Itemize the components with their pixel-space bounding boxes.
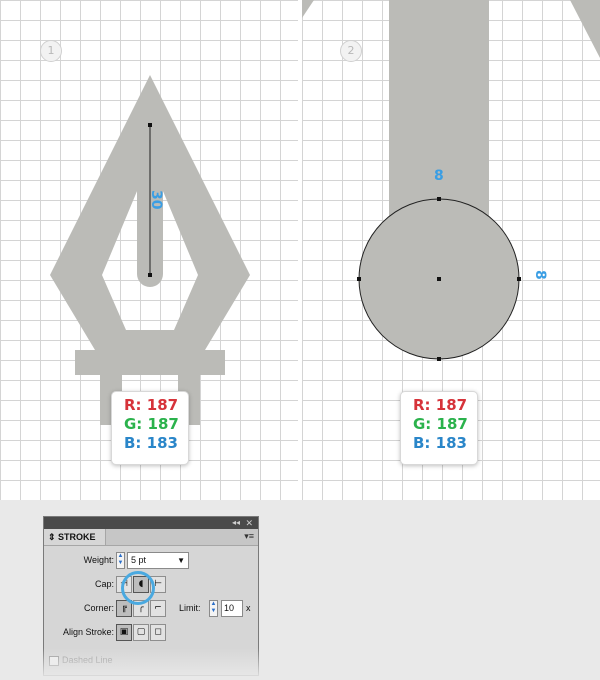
chevron-down-icon: ▼ [177, 556, 185, 565]
cap-row: Cap: ⊣ ◖ ⊢ [44, 574, 260, 596]
nib-base-bar [75, 350, 225, 375]
corner-row: Corner: ╔ ╭ ⌐ Limit: ▲ ▼ 10 x [44, 598, 260, 620]
dimension-label-top: 8 [434, 168, 444, 184]
rgb-green-value: G: 187 [413, 415, 468, 433]
align-outside-icon[interactable]: ◻ [150, 624, 166, 641]
double-arrow-left-icon[interactable]: ◂◂ [232, 517, 240, 529]
anchor-right [517, 277, 521, 281]
step-badge-1: 1 [40, 40, 62, 62]
projecting-cap-icon[interactable]: ⊢ [150, 576, 166, 593]
anchor-center [437, 277, 441, 281]
corner-label: Corner: [83, 603, 114, 613]
dimension-label-30: 30 [148, 190, 164, 210]
panel-menu-icon[interactable]: ▾≡ [244, 531, 254, 542]
nib-edge-left [302, 0, 314, 18]
rgb-red-value: R: 187 [413, 396, 468, 414]
weight-select[interactable]: 5 pt ▼ [127, 552, 189, 569]
limit-label: Limit: [179, 603, 201, 613]
dashed-line-row[interactable]: Dashed Line [49, 655, 113, 666]
panel-background: ◂◂ ✕ ⇕ STROKE ▾≡ Weight: ▲ ▼ 5 pt ▼ Cap: … [0, 500, 600, 680]
panel-tabbar: ⇕ STROKE ▾≡ [44, 529, 258, 546]
butt-cap-icon[interactable]: ⊣ [116, 576, 132, 593]
weight-row: Weight: ▲ ▼ 5 pt ▼ [44, 550, 260, 572]
miter-join-icon[interactable]: ╔ [116, 600, 132, 617]
dashed-line-label: Dashed Line [62, 655, 113, 665]
anchor-bottom [437, 357, 441, 361]
weight-label: Weight: [83, 555, 114, 565]
cap-label: Cap: [94, 579, 114, 589]
align-stroke-label: Align Stroke: [62, 627, 114, 637]
illustration-area: 1 30 R: 187 G: 187 B: 183 2 8 8 R: 187 G… [0, 0, 600, 500]
bevel-join-icon[interactable]: ⌐ [150, 600, 166, 617]
tab-stroke-label: STROKE [58, 532, 96, 542]
weight-spinner[interactable]: ▲ ▼ [116, 552, 125, 569]
dimension-label-right: 8 [532, 270, 548, 280]
tab-stroke[interactable]: ⇕ STROKE [44, 529, 106, 545]
align-inside-icon[interactable]: ▢ [133, 624, 149, 641]
limit-unit: x [246, 603, 251, 613]
slit-rectangle [389, 0, 489, 220]
artboard-step-1: 1 30 R: 187 G: 187 B: 183 [0, 0, 298, 500]
anchor-top [437, 197, 441, 201]
artboard-step-2: 2 8 8 R: 187 G: 187 B: 183 [302, 0, 600, 500]
rgb-green-value: G: 187 [124, 415, 179, 433]
rgb-color-box-1: R: 187 G: 187 B: 183 [111, 391, 189, 465]
weight-value: 5 pt [131, 555, 147, 565]
rgb-color-box-2: R: 187 G: 187 B: 183 [400, 391, 478, 465]
step-badge-2: 2 [340, 40, 362, 62]
stroke-panel: ◂◂ ✕ ⇕ STROKE ▾≡ Weight: ▲ ▼ 5 pt ▼ Cap: … [43, 516, 259, 676]
panel-titlebar[interactable]: ◂◂ ✕ [44, 517, 258, 529]
anchor-point-bottom [148, 273, 152, 277]
rgb-blue-value: B: 183 [413, 434, 467, 452]
align-stroke-row: Align Stroke: ▣ ▢ ◻ [44, 622, 260, 644]
limit-spinner[interactable]: ▲ ▼ [209, 600, 218, 617]
rgb-red-value: R: 187 [124, 396, 179, 414]
anchor-point-top [148, 123, 152, 127]
round-cap-icon[interactable]: ◖ [133, 576, 149, 593]
nib-edge-right [570, 0, 600, 58]
anchor-left [357, 277, 361, 281]
limit-input[interactable]: 10 [221, 600, 243, 617]
close-icon[interactable]: ✕ [245, 517, 253, 529]
rgb-blue-value: B: 183 [124, 434, 178, 452]
tab-arrows-icon: ⇕ [48, 532, 59, 542]
round-join-icon[interactable]: ╭ [133, 600, 149, 617]
dashed-line-checkbox[interactable] [49, 655, 59, 666]
align-center-icon[interactable]: ▣ [116, 624, 132, 641]
